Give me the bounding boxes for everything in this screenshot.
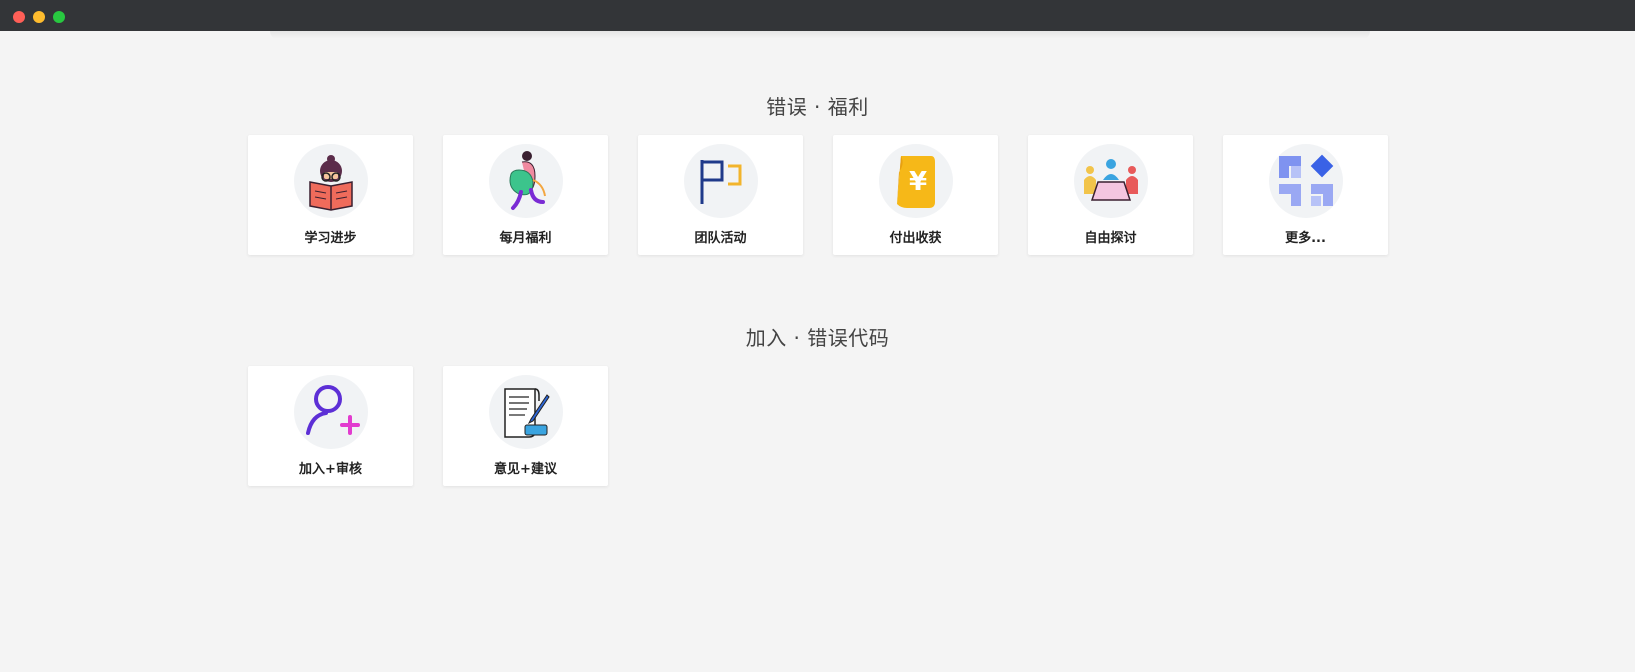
meeting-icon [1074,144,1148,218]
card-label: 意见+建议 [494,462,557,477]
card-label: 付出收获 [889,231,942,246]
header-bar-shadow [270,31,1370,39]
card-label: 自由探讨 [1084,231,1137,246]
card-effort-reward[interactable]: ¥ 付出收获 [833,135,998,255]
maximize-window-button[interactable] [53,11,65,23]
card-label: 更多... [1285,231,1326,246]
document-pen-icon [489,375,563,449]
card-team-activity[interactable]: 团队活动 [638,135,803,255]
section-title-join: 加入 · 错误代码 [745,326,890,350]
minimize-window-button[interactable] [33,11,45,23]
yuan-coin-icon: ¥ [879,144,953,218]
more-grid-icon [1269,144,1343,218]
card-feedback-suggestion[interactable]: 意见+建议 [443,366,608,486]
reading-book-icon [294,144,368,218]
card-label: 团队活动 [694,231,747,246]
app-window: 错误 · 福利 学习进步 每月福利 团队活动 ¥ 付出收获 自由探讨 更多...… [0,0,1635,672]
card-monthly-benefits[interactable]: 每月福利 [443,135,608,255]
flag-icon [684,144,758,218]
add-user-icon [294,375,368,449]
card-join-review[interactable]: 加入+审核 [248,366,413,486]
section-title-benefits: 错误 · 福利 [766,95,869,119]
gift-person-icon [489,144,563,218]
card-label: 学习进步 [304,231,357,246]
card-label: 加入+审核 [299,462,362,477]
card-study-progress[interactable]: 学习进步 [248,135,413,255]
close-window-button[interactable] [13,11,25,23]
card-more[interactable]: 更多... [1223,135,1388,255]
card-label: 每月福利 [499,231,552,246]
svg-text:¥: ¥ [909,167,927,197]
window-titlebar [0,0,1635,31]
card-free-discussion[interactable]: 自由探讨 [1028,135,1193,255]
